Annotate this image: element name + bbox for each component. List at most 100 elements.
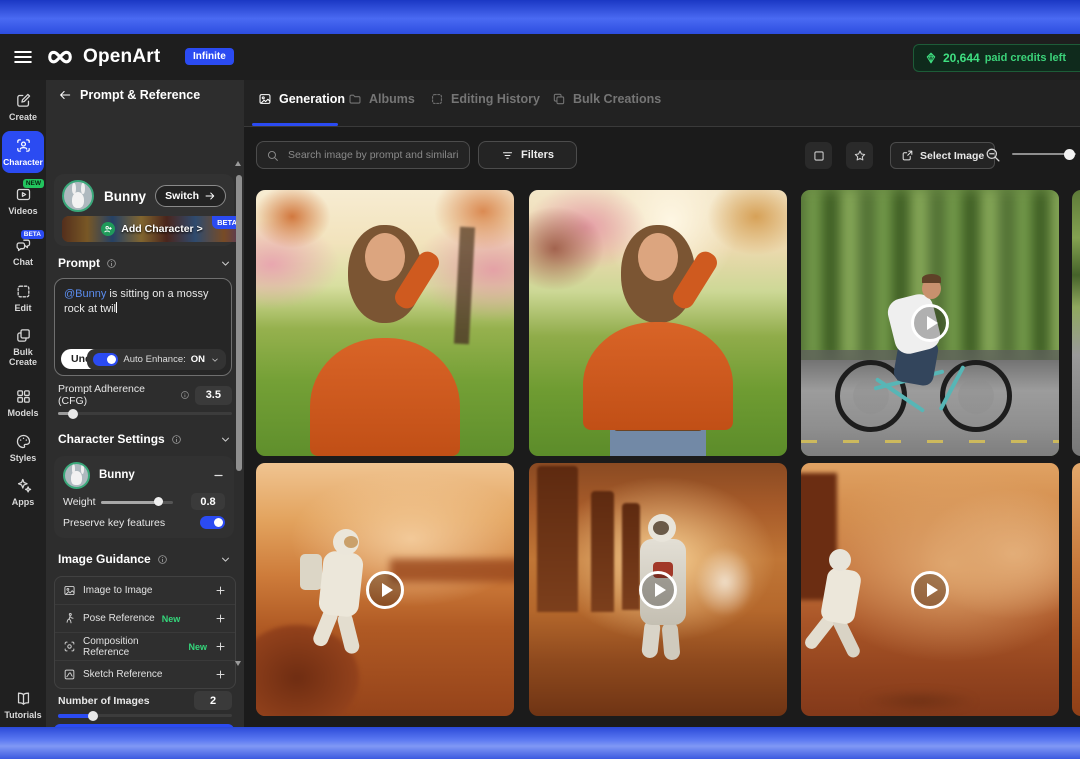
image-icon — [63, 584, 76, 597]
preserve-features-label: Preserve key features — [63, 517, 200, 529]
search-bar[interactable] — [256, 141, 470, 169]
prompt-textarea[interactable]: @Bunny is sitting on a mossy rock at twi… — [54, 278, 232, 376]
bulk-create-icon — [15, 327, 32, 344]
back-arrow-icon[interactable] — [58, 88, 72, 102]
sidebar-item-edit[interactable]: Edit — [0, 283, 46, 313]
tab-albums[interactable]: Albums — [348, 92, 415, 106]
gallery-video-astronaut-3[interactable] — [801, 463, 1059, 716]
gallery-toolbar: Filters Select Image — [244, 126, 1080, 186]
chevron-down-icon[interactable] — [219, 553, 232, 566]
chevron-down-icon[interactable] — [219, 433, 232, 446]
composition-reference-item[interactable]: Composition Reference New — [55, 633, 235, 661]
gallery-video-astronaut-2[interactable] — [529, 463, 787, 716]
arrow-right-icon — [204, 190, 216, 202]
play-icon[interactable] — [911, 304, 949, 342]
weight-value[interactable]: 0.8 — [191, 493, 225, 510]
layout-toggle-button[interactable] — [805, 142, 832, 169]
select-image-button[interactable]: Select Image — [890, 142, 995, 169]
sidebar-item-videos[interactable]: NEW Videos — [0, 186, 46, 216]
image-to-image-item[interactable]: Image to Image — [55, 577, 235, 605]
tab-generation[interactable]: Generation — [258, 92, 345, 106]
number-of-images-value[interactable]: 2 — [194, 691, 232, 710]
chat-icon — [15, 237, 32, 254]
logo[interactable]: OpenArt — [44, 42, 160, 72]
sidebar-item-apps[interactable]: Apps — [0, 477, 46, 507]
auto-enhance-toggle[interactable] — [93, 353, 118, 366]
bunny-avatar[interactable] — [62, 180, 94, 212]
zoom-out-icon[interactable] — [984, 146, 1001, 163]
thumbnail-size-slider[interactable] — [1012, 147, 1076, 161]
gallery-image-partial[interactable] — [1072, 190, 1080, 456]
plus-icon[interactable] — [214, 668, 227, 681]
sidebar-item-models[interactable]: Models — [0, 388, 46, 418]
sidebar-item-bulk-create[interactable]: Bulk Create — [0, 327, 46, 367]
item-label: Sketch Reference — [83, 669, 163, 680]
text-cursor — [116, 302, 117, 313]
scroll-down-arrow[interactable] — [235, 661, 241, 666]
number-of-images-label: Number of Images — [58, 695, 150, 707]
plus-icon[interactable] — [214, 584, 227, 597]
add-character-label: Add Character > — [121, 223, 202, 235]
gallery-video-astronaut-1[interactable] — [256, 463, 514, 716]
cfg-slider[interactable] — [58, 408, 232, 418]
editing-history-icon — [430, 92, 444, 106]
edit-icon — [15, 283, 32, 300]
sidebar-item-label: Models — [1, 408, 45, 418]
search-input[interactable] — [286, 148, 460, 162]
hamburger-menu-icon[interactable] — [12, 46, 34, 68]
sidebar-item-label: Tutorials — [1, 710, 45, 720]
sidebar-item-label: Chat — [1, 257, 45, 267]
models-icon — [15, 388, 32, 405]
play-icon[interactable] — [366, 571, 404, 609]
sidebar-item-styles[interactable]: Styles — [0, 433, 46, 463]
remove-character-icon[interactable] — [212, 469, 225, 482]
sidebar-item-label: Create — [1, 112, 45, 122]
favorites-button[interactable] — [846, 142, 873, 169]
scroll-up-arrow[interactable] — [235, 161, 241, 166]
pose-icon — [63, 612, 76, 625]
star-icon — [853, 149, 867, 163]
filters-button[interactable]: Filters — [478, 141, 577, 169]
gallery-image-portrait-1[interactable] — [256, 190, 514, 456]
switch-character-button[interactable]: Switch — [155, 185, 226, 207]
scrollbar-thumb[interactable] — [236, 175, 242, 471]
sketch-reference-item[interactable]: Sketch Reference — [55, 661, 235, 688]
gallery-video-cyclist[interactable] — [801, 190, 1059, 456]
plus-icon[interactable] — [214, 640, 227, 653]
sidebar-item-character[interactable]: Character — [2, 131, 44, 173]
sidebar-item-tutorials[interactable]: Tutorials — [0, 690, 46, 720]
slider-thumb[interactable] — [1064, 149, 1075, 160]
credits-badge[interactable]: 20,644 paid credits left — [913, 44, 1080, 72]
cfg-value[interactable]: 3.5 — [195, 386, 232, 405]
sidebar-item-chat[interactable]: BETA Chat — [0, 237, 46, 267]
sidebar-item-label: Bulk Create — [1, 347, 45, 367]
add-character-banner[interactable]: Add Character > BETA — [62, 216, 242, 242]
auto-enhance-control[interactable]: Auto Enhance: ON — [87, 349, 226, 370]
preserve-features-toggle[interactable] — [200, 516, 225, 529]
prompt-section-header: Prompt — [58, 256, 232, 270]
character-settings-header: Character Settings — [58, 432, 232, 446]
tutorials-icon — [15, 690, 32, 707]
character-name: Bunny — [99, 469, 212, 481]
sidebar-item-label: Edit — [1, 303, 45, 313]
gallery-video-partial[interactable] — [1072, 463, 1080, 716]
main-content: Generation Albums Editing History Bulk C… — [244, 80, 1080, 727]
select-image-label: Select Image — [920, 150, 984, 162]
pose-reference-item[interactable]: Pose Reference New — [55, 605, 235, 633]
weight-slider[interactable] — [101, 497, 173, 507]
chevron-down-icon[interactable] — [219, 257, 232, 270]
cfg-row: Prompt Adherence (CFG) 3.5 — [58, 383, 232, 407]
create-button[interactable]: Create — [54, 724, 234, 727]
play-icon[interactable] — [911, 571, 949, 609]
sidebar-item-label: Character — [1, 157, 45, 167]
play-icon[interactable] — [639, 571, 677, 609]
beta-badge: BETA — [21, 230, 44, 239]
gallery-image-portrait-2[interactable] — [529, 190, 787, 456]
cfg-label: Prompt Adherence (CFG) — [58, 383, 175, 407]
tab-bulk-creations[interactable]: Bulk Creations — [552, 92, 661, 106]
number-of-images-slider[interactable] — [58, 710, 232, 720]
panel-scrollbar[interactable] — [235, 161, 242, 666]
sidebar-item-create[interactable]: Create — [0, 92, 46, 122]
plus-icon[interactable] — [214, 612, 227, 625]
tab-editing-history[interactable]: Editing History — [430, 92, 540, 106]
